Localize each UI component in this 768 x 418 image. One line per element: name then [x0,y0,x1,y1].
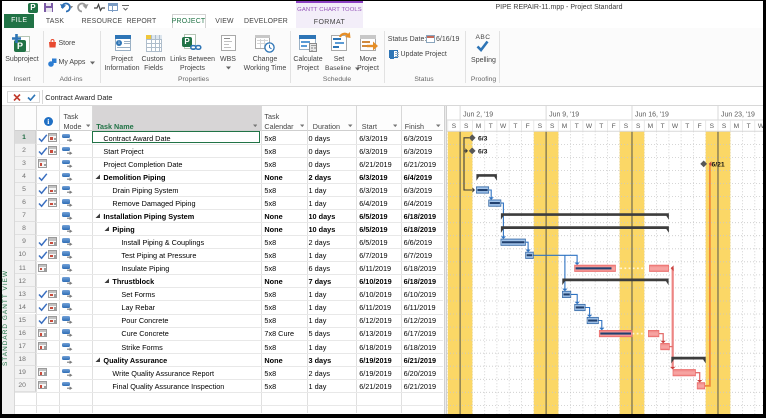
svg-text:M: M [647,123,652,130]
svg-text:Jun 23, '19: Jun 23, '19 [720,111,754,118]
svg-text:T: T [574,123,578,130]
svg-text:F: F [611,123,615,130]
svg-text:6/3: 6/3 [477,148,487,155]
svg-text:T: T [685,123,689,130]
svg-text:M: M [733,123,738,130]
svg-text:S: S [550,123,555,130]
svg-text:S: S [537,123,542,130]
svg-text:S: S [721,123,726,130]
svg-text:W: W [671,123,678,130]
svg-text:T: T [599,123,603,130]
svg-text:S: S [709,123,714,130]
svg-text:6/21: 6/21 [711,161,724,168]
svg-text:T: T [746,123,750,130]
svg-text:Jun 2, '19: Jun 2, '19 [463,111,493,118]
svg-text:S: S [451,123,456,130]
svg-text:S: S [635,123,640,130]
svg-text:T: T [660,123,664,130]
svg-text:6/3: 6/3 [477,135,487,142]
svg-text:S: S [623,123,628,130]
svg-text:Jun 9, '19: Jun 9, '19 [549,111,579,118]
svg-text:T: T [513,123,517,130]
svg-text:W: W [499,123,506,130]
svg-text:S: S [464,123,469,130]
svg-text:T: T [488,123,492,130]
svg-text:M: M [561,123,566,130]
svg-text:W: W [757,123,763,130]
svg-text:W: W [585,123,592,130]
svg-text:Jun 16, '19: Jun 16, '19 [634,111,668,118]
svg-text:F: F [525,123,529,130]
svg-text:F: F [697,123,701,130]
svg-text:M: M [475,123,480,130]
